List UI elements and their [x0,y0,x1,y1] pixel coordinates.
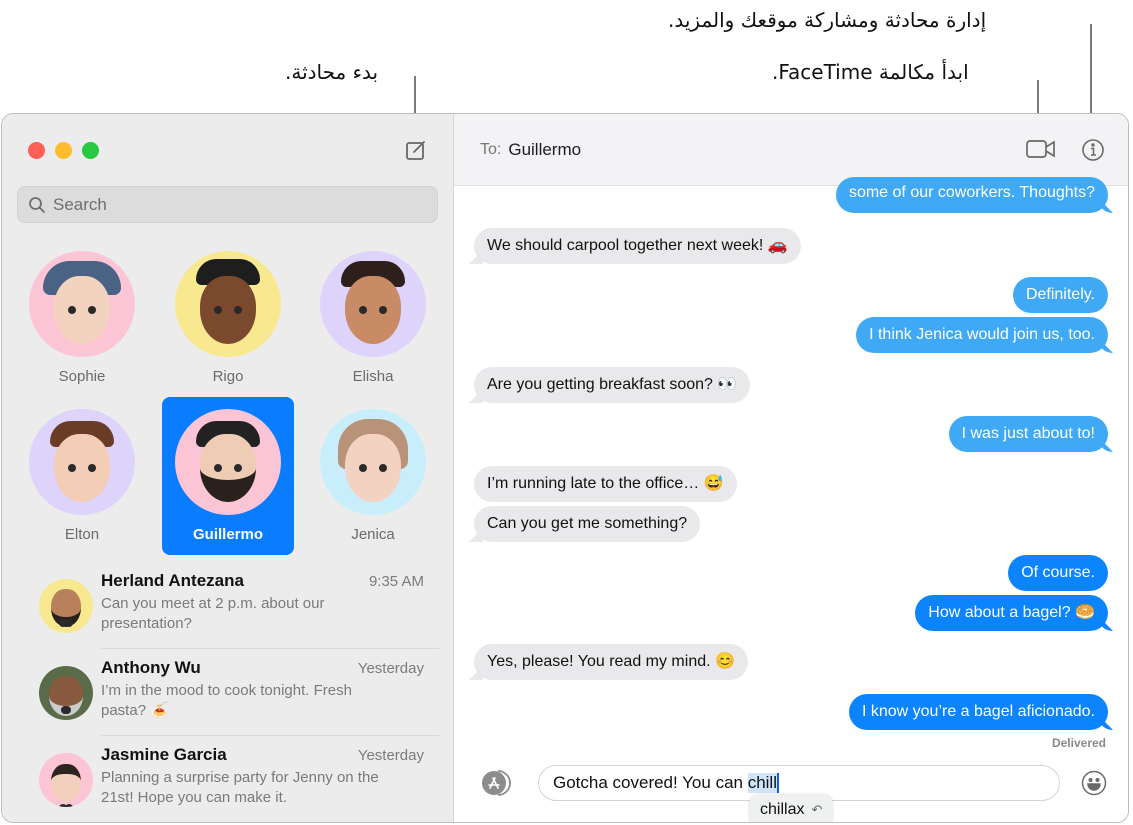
conversation-preview: Planning a surprise party for Jenny on t… [101,769,379,806]
message-input-selected-text: chill [747,773,777,793]
message-bubble-sent[interactable]: I know you’re a bagel aficionado. [848,694,1108,730]
pinned-contact-sophie[interactable]: Sophie [16,247,148,405]
conversation-time: Yesterday [357,660,424,677]
conversation-name: Jasmine Garcia [101,745,227,764]
avatar [320,409,426,515]
message-bubble-received[interactable]: Yes, please! You read my mind. 😊 [474,644,748,680]
message-bubble-sent[interactable]: I was just about to! [948,416,1108,452]
pinned-contact-name: Elisha [352,368,394,385]
pinned-contact-rigo[interactable]: Rigo [162,247,294,405]
message-bubble-sent[interactable]: I think Jenica would join us, too. [856,317,1108,353]
message-bubble-received[interactable]: We should carpool together next week! 🚗 [474,228,801,264]
pinned-contact-name: Jenica [351,526,395,543]
app-store-icon [482,770,511,796]
pinned-contact-name: Rigo [212,368,244,385]
pinned-contact-elton[interactable]: Elton [16,405,148,563]
zoom-window-button[interactable] [82,142,99,159]
avatar [29,251,135,357]
pinned-contact-name: Sophie [58,368,106,385]
messages-window: Sophie Rigo Elisha [1,113,1129,823]
conversation-pane: To: Guillermo some of our coworkers. Tho… [454,114,1128,822]
conversation-preview: I’m in the mood to cook tonight. Fresh p… [101,682,352,719]
pinned-contact-guillermo[interactable]: Guillermo [162,397,294,555]
avatar [29,409,135,515]
message-bubble-sent[interactable]: How about a bagel? 🥯 [915,595,1108,631]
conversation-item[interactable]: Jasmine Garcia Yesterday Planning a surp… [2,736,454,822]
minimize-window-button[interactable] [55,142,72,159]
avatar [175,409,281,515]
text-caret [777,773,779,793]
pinned-contact-name: Elton [64,526,100,543]
sidebar: Sophie Rigo Elisha [2,114,454,822]
message-bubble-sent[interactable]: Of course. [1008,555,1108,591]
message-bubble-received[interactable]: Are you getting breakfast soon? 👀 [474,367,751,403]
emoji-button[interactable] [1081,770,1107,796]
apps-button[interactable] [476,769,514,797]
message-bubble-received[interactable]: I’m running late to the office… 😅 [474,466,737,502]
avatar [39,753,93,807]
info-button[interactable] [1081,138,1105,167]
avatar [175,251,281,357]
autocorrect-suggestion[interactable]: chillax ↶ [750,794,833,822]
pinned-contact-name: Guillermo [192,526,263,543]
conversation-name: Herland Antezana [101,571,244,590]
compose-icon [406,141,425,160]
message-bubble-received[interactable]: Can you get me something? [474,506,701,542]
callout-start-facetime: ابدأ مكالمة FaceTime. [772,60,969,84]
search-icon [29,196,45,213]
suggestion-text: chillax [760,801,805,818]
conversation-time: 9:35 AM [368,573,424,590]
to-label: To: [480,140,502,158]
close-window-button[interactable] [28,142,45,159]
compose-button[interactable] [404,138,428,162]
conversation-name: Anthony Wu [101,658,201,677]
avatar [39,579,93,633]
callout-start-conversation: بدء محادثة. [285,60,379,84]
conversation-header: To: Guillermo [454,114,1128,186]
delivery-status: Delivered [1051,736,1106,750]
search-input[interactable] [53,194,413,215]
avatar [39,666,93,720]
callout-manage-conversation: إدارة محادثة ومشاركة موقعك والمزيد. [668,8,987,32]
undo-icon: ↶ [811,802,823,817]
message-bubble-sent[interactable]: some of our coworkers. Thoughts? [835,177,1108,213]
emoji-icon [1081,770,1107,796]
conversation-preview: Can you meet at 2 p.m. about our present… [101,595,325,632]
conversation-time: Yesterday [357,747,424,764]
facetime-button[interactable] [1026,138,1056,165]
pinned-contact-elisha[interactable]: Elisha [307,247,439,405]
pinned-contact-jenica[interactable]: Jenica [307,405,439,563]
message-bubble-sent[interactable]: Definitely. [1012,277,1108,313]
search-field[interactable] [17,186,438,223]
avatar [320,251,426,357]
conversation-item[interactable]: Herland Antezana 9:35 AM Can you meet at… [2,562,454,649]
conversation-item[interactable]: Anthony Wu Yesterday I’m in the mood to … [2,649,454,736]
message-input-text: Gotcha covered! You can [553,773,748,792]
recipient-name[interactable]: Guillermo [508,140,581,160]
info-icon [1082,139,1104,161]
video-camera-icon [1026,140,1055,158]
